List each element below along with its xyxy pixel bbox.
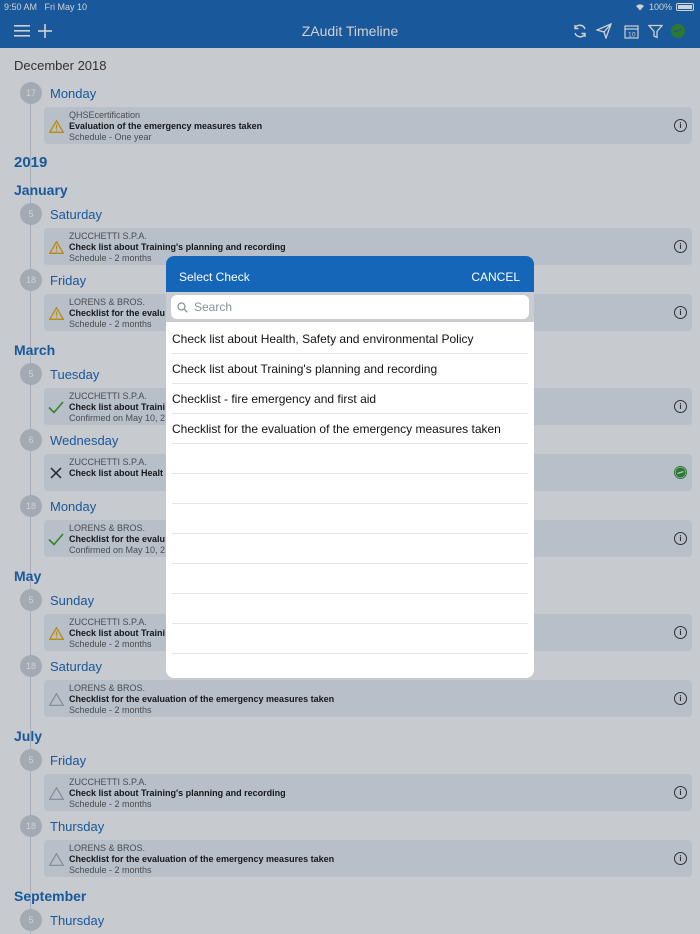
empty-row bbox=[172, 534, 528, 564]
list-item[interactable]: Checklist - fire emergency and first aid bbox=[172, 384, 528, 414]
empty-row bbox=[172, 444, 528, 474]
dialog-title: Select Check bbox=[179, 270, 250, 284]
empty-row bbox=[172, 624, 528, 654]
search-input[interactable] bbox=[194, 300, 514, 314]
search-bar bbox=[166, 292, 534, 322]
search-box[interactable] bbox=[171, 295, 529, 319]
check-list: Check list about Health, Safety and envi… bbox=[166, 324, 534, 654]
search-icon bbox=[177, 301, 189, 313]
list-item[interactable]: Check list about Training's planning and… bbox=[172, 354, 528, 384]
select-check-dialog: Select Check CANCEL Check list about Hea… bbox=[166, 256, 534, 678]
empty-row bbox=[172, 474, 528, 504]
cancel-button[interactable]: CANCEL bbox=[471, 270, 520, 284]
list-item[interactable]: Check list about Health, Safety and envi… bbox=[172, 324, 528, 354]
list-item[interactable]: Checklist for the evaluation of the emer… bbox=[172, 414, 528, 444]
empty-row bbox=[172, 504, 528, 534]
dialog-header: Select Check CANCEL bbox=[166, 256, 534, 292]
empty-row bbox=[172, 594, 528, 624]
empty-row bbox=[172, 564, 528, 594]
